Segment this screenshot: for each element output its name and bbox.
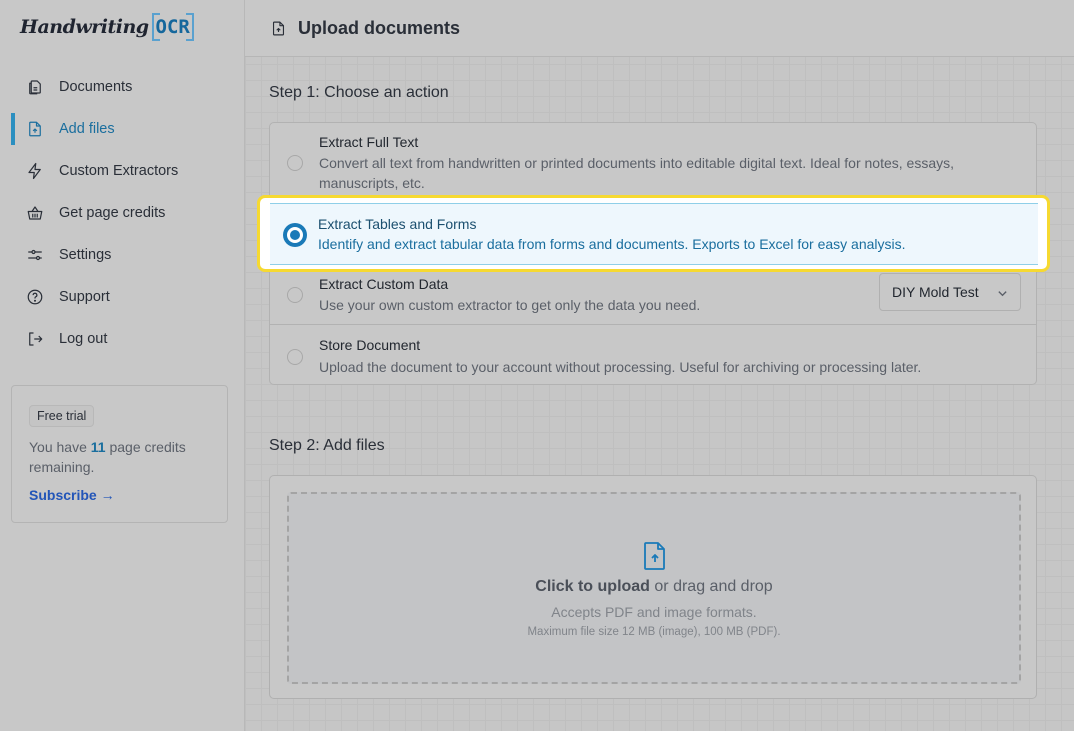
file-dropzone[interactable]: Click to upload or drag and drop Accepts… — [287, 492, 1021, 684]
radio-store-document[interactable] — [287, 349, 303, 365]
sliders-icon — [26, 246, 44, 264]
sidebar-item-log-out[interactable]: Log out — [0, 318, 245, 360]
sidebar-item-label: Documents — [59, 79, 133, 95]
accepted-formats-text: Accepts PDF and image formats. — [551, 604, 757, 620]
main-content: Upload documents Step 1: Choose an actio… — [245, 0, 1074, 731]
option-title: Extract Full Text — [319, 134, 419, 150]
sidebar-item-documents[interactable]: Documents — [0, 66, 245, 108]
option-title: Extract Custom Data — [319, 276, 449, 292]
credits-text-before: You have — [29, 439, 91, 455]
sidebar-nav: Documents Add files Custom Extractors Ge… — [0, 66, 245, 360]
sidebar-item-label: Log out — [59, 331, 108, 347]
documents-icon — [26, 78, 44, 96]
option-description: Upload the document to your account with… — [319, 359, 922, 375]
option-extract-custom-data[interactable]: Extract Custom Data Use your own custom … — [270, 264, 1036, 325]
radio-extract-full-text[interactable] — [287, 155, 303, 171]
step1-title: Step 1: Choose an action — [269, 84, 449, 101]
click-to-upload-link[interactable]: Click to upload — [535, 578, 650, 595]
sidebar-item-support[interactable]: Support — [0, 276, 245, 318]
custom-extractor-select-value: DIY Mold Test — [892, 284, 979, 300]
basket-icon — [26, 204, 44, 222]
free-trial-card: Free trial You have 11 page credits rema… — [11, 385, 228, 523]
lightning-icon — [26, 162, 44, 180]
step2-title: Step 2: Add files — [269, 437, 385, 454]
logo[interactable]: Handwriting OCR — [20, 12, 195, 42]
upload-card: Click to upload or drag and drop Accepts… — [269, 475, 1037, 699]
sidebar-item-label: Settings — [59, 247, 112, 263]
max-file-size-text: Maximum file size 12 MB (image), 100 MB … — [527, 626, 781, 638]
page-title: Upload documents — [298, 17, 461, 38]
credits-remaining-text: You have 11 page credits remaining. — [29, 437, 219, 477]
logo-ocr-text: OCR — [151, 13, 195, 41]
sidebar-item-get-page-credits[interactable]: Get page credits — [0, 192, 245, 234]
sidebar-item-label: Support — [59, 289, 110, 305]
radio-extract-tables-forms-selected[interactable] — [283, 223, 307, 247]
credits-count: 11 — [90, 439, 106, 455]
chevron-down-icon — [998, 291, 1007, 297]
option-store-document[interactable]: Store Document Upload the document to yo… — [270, 325, 1036, 386]
radio-extract-custom-data[interactable] — [287, 287, 303, 303]
sidebar-item-add-files[interactable]: Add files — [0, 108, 245, 150]
option-description: Convert all text from handwritten or pri… — [319, 155, 954, 191]
file-upload-icon — [272, 21, 285, 35]
question-circle-icon — [26, 288, 44, 306]
custom-extractor-select[interactable]: DIY Mold Test — [879, 273, 1021, 311]
selected-option-panel: Extract Tables and Forms Identify and ex… — [270, 203, 1038, 265]
option-description: Identify and extract tabular data from f… — [318, 236, 906, 252]
option-extract-tables-forms[interactable]: Extract Tables and Forms Identify and ex… — [257, 195, 1050, 272]
sidebar-item-label: Custom Extractors — [59, 163, 179, 179]
subscribe-link[interactable]: Subscribe → — [29, 487, 115, 503]
option-title: Store Document — [319, 337, 421, 353]
free-trial-badge: Free trial — [29, 405, 95, 427]
option-title: Extract Tables and Forms — [318, 216, 477, 232]
option-extract-full-text[interactable]: Extract Full Text Convert all text from … — [270, 123, 1036, 203]
sidebar-item-label: Add files — [59, 121, 115, 137]
sidebar-item-custom-extractors[interactable]: Custom Extractors — [0, 150, 245, 192]
logo-script-text: Handwriting — [20, 16, 149, 38]
file-upload-icon — [644, 542, 665, 570]
sidebar: Handwriting OCR Documents Add files Cust… — [0, 0, 245, 731]
sidebar-item-settings[interactable]: Settings — [0, 234, 245, 276]
sidebar-item-label: Get page credits — [59, 205, 166, 221]
upload-prompt: Click to upload or drag and drop — [289, 578, 1019, 596]
page-header: Upload documents — [245, 0, 1074, 57]
logout-icon — [26, 330, 44, 348]
drag-drop-text: or drag and drop — [649, 578, 773, 595]
file-upload-icon — [26, 120, 44, 138]
